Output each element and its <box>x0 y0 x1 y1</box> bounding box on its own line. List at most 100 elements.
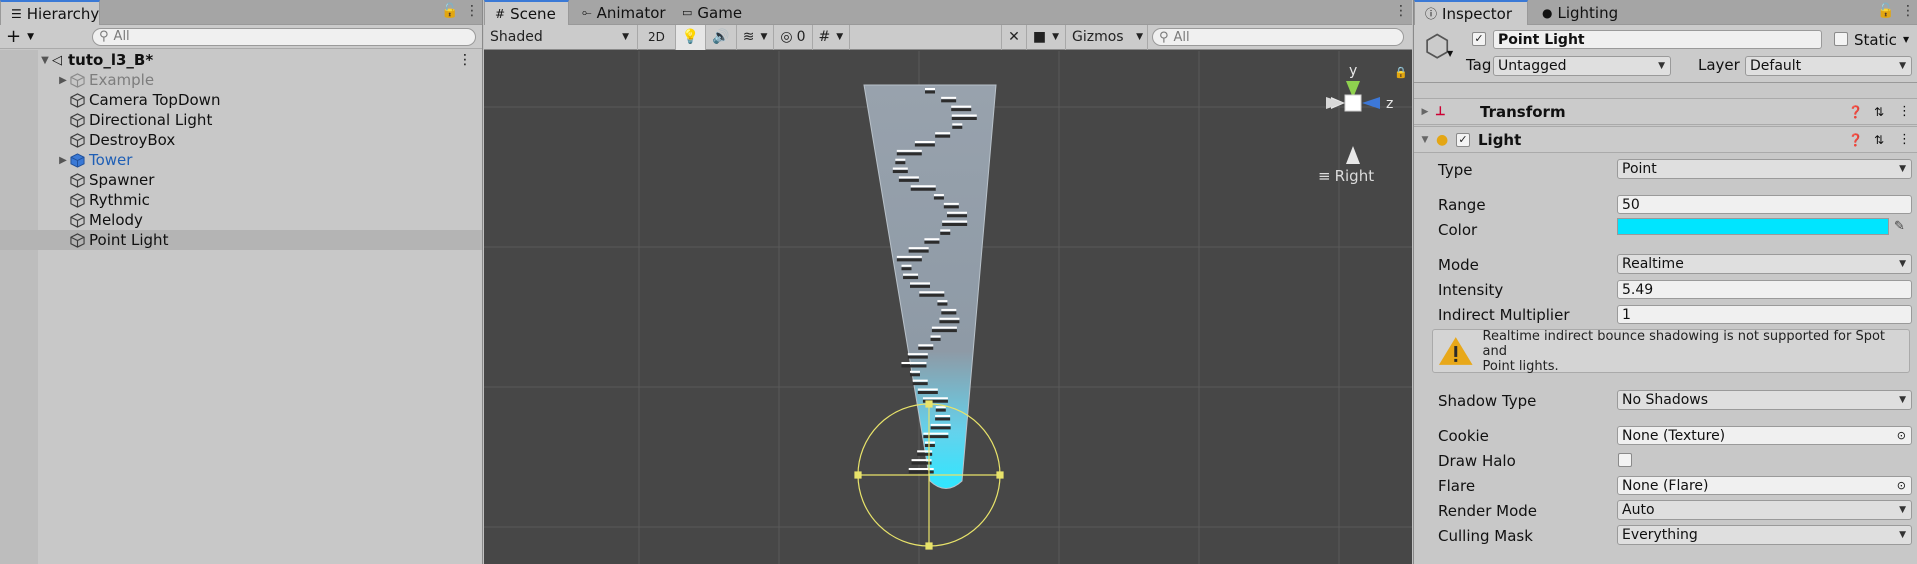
warning-text: Realtime indirect bounce shadowing is no… <box>1483 329 1909 374</box>
intensity-label: Intensity <box>1438 281 1504 299</box>
2d-toggle[interactable]: 2D <box>638 24 676 50</box>
active-checkbox[interactable]: ✓ <box>1472 32 1486 46</box>
draw-mode-dropdown[interactable]: Shaded ▼ <box>484 24 638 50</box>
orientation-label[interactable]: ≡ Right <box>1318 167 1374 185</box>
gizmos-dropdown[interactable]: Gizmos ▼ <box>1066 24 1148 50</box>
tab-scene[interactable]: # Scene <box>484 0 569 25</box>
scene-name: tuto_l3_B* <box>68 51 154 69</box>
cube-outline-icon <box>70 112 85 128</box>
hierarchy-item-label: Spawner <box>89 171 155 189</box>
hierarchy-search-input[interactable]: ⚲ All <box>92 27 476 46</box>
tab-lighting[interactable]: ● Lighting <box>1532 0 1628 25</box>
intensity-value: 5.49 <box>1622 281 1654 298</box>
hierarchy-item[interactable]: Melody <box>0 210 482 230</box>
light-color-swatch[interactable] <box>1617 218 1889 235</box>
scene-root-row[interactable]: ▼ ◁ tuto_l3_B* ⋮ <box>0 50 482 70</box>
light-enabled-checkbox[interactable]: ✓ <box>1456 132 1470 147</box>
hierarchy-item[interactable]: ▶ Tower <box>0 150 482 170</box>
expand-arrow-icon[interactable]: ▼ <box>38 55 52 66</box>
chevron-down-icon: ▼ <box>760 32 768 42</box>
hierarchy-item[interactable]: Point Light <box>0 230 482 250</box>
tab-hierarchy[interactable]: ☰ Hierarchy <box>0 0 100 25</box>
chevron-down-icon[interactable]: ▼ <box>1903 35 1909 44</box>
scene-panel: # Scene ⟜ Animator ▭ Game ⋮ Shaded ▼ 2D … <box>484 0 1412 564</box>
tag-value: Untagged <box>1498 58 1567 74</box>
range-field[interactable]: 50 <box>1617 195 1912 214</box>
hierarchy-item[interactable]: DestroyBox <box>0 130 482 150</box>
gamepad-icon: ▭ <box>682 6 693 19</box>
audio-toggle[interactable]: 🔊 <box>706 24 737 50</box>
hierarchy-item-label: Point Light <box>89 231 169 249</box>
hierarchy-item[interactable]: Spawner <box>0 170 482 190</box>
lighting-toggle[interactable]: 💡 <box>675 24 707 50</box>
shadow-type-dropdown[interactable]: No Shadows ▼ <box>1617 390 1912 410</box>
tower-object[interactable] <box>863 84 997 489</box>
light-component-header[interactable]: ▼ ● ✓ Light ❓ ⇅ ⋮ <box>1414 126 1917 153</box>
indirect-multiplier-field[interactable]: 1 <box>1617 305 1912 324</box>
scene-canvas[interactable]: y z 🔒 <box>484 51 1412 564</box>
camera-icon: ■ <box>1032 29 1047 45</box>
hierarchy-item[interactable]: Camera TopDown <box>0 90 482 110</box>
eyedropper-icon[interactable]: ✎ <box>1894 219 1905 234</box>
expand-arrow-icon[interactable]: ▶ <box>56 155 70 166</box>
more-menu-icon[interactable]: ⋮ <box>1394 3 1408 19</box>
hierarchy-item[interactable]: Rythmic <box>0 190 482 210</box>
orientation-gizmo[interactable]: y z 🔒 <box>1326 63 1408 164</box>
component-menu-icon[interactable]: ⋮ <box>1898 104 1911 119</box>
preset-icon[interactable]: ⇅ <box>1874 133 1884 147</box>
add-icon[interactable]: + <box>6 26 21 47</box>
indirect-multiplier-label: Indirect Multiplier <box>1438 306 1570 324</box>
cookie-field[interactable]: None (Texture) ⊙ <box>1617 426 1912 445</box>
scene-menu-icon[interactable]: ⋮ <box>458 52 472 68</box>
more-menu-icon[interactable]: ⋮ <box>1901 3 1915 19</box>
help-icon[interactable]: ❓ <box>1848 133 1863 147</box>
render-mode-label: Render Mode <box>1438 502 1538 520</box>
object-picker-icon[interactable]: ⊙ <box>1897 479 1906 492</box>
intensity-field[interactable]: 5.49 <box>1617 280 1912 299</box>
chevron-down-icon[interactable]: ▼ <box>1447 49 1453 58</box>
scene-search-placeholder: All <box>1173 29 1190 45</box>
lock-icon[interactable]: 🔓 <box>441 3 458 19</box>
component-menu-icon[interactable]: ⋮ <box>1898 132 1911 147</box>
preset-icon[interactable]: ⇅ <box>1874 105 1884 119</box>
object-picker-icon[interactable]: ⊙ <box>1897 429 1906 442</box>
hierarchy-item[interactable]: Directional Light <box>0 110 482 130</box>
light-label: Light <box>1478 130 1522 149</box>
lock-icon[interactable]: 🔓 <box>1877 3 1894 19</box>
flare-field[interactable]: None (Flare) ⊙ <box>1617 476 1912 495</box>
camera-button[interactable]: ■ ▼ <box>1027 24 1066 50</box>
layer-dropdown[interactable]: Default ▼ <box>1745 56 1912 76</box>
static-checkbox[interactable] <box>1834 32 1848 46</box>
object-name-field[interactable]: Point Light <box>1493 30 1822 49</box>
layer-label: Layer <box>1698 56 1740 74</box>
cube-outline-icon <box>70 92 85 108</box>
tag-label: Tag <box>1466 56 1492 74</box>
tab-inspector[interactable]: ⓘ Inspector <box>1414 0 1528 25</box>
scene-visibility-toggle[interactable]: ◎ 0 <box>774 24 813 50</box>
render-mode-dropdown[interactable]: Auto ▼ <box>1617 500 1912 520</box>
hierarchy-item[interactable]: ▶ Example <box>0 70 482 90</box>
shadow-type-value: No Shadows <box>1622 392 1709 408</box>
expand-arrow-icon[interactable]: ▶ <box>56 75 70 86</box>
layer-value: Default <box>1750 58 1802 74</box>
grid-toggle[interactable]: # ▼ <box>813 24 851 50</box>
culling-mask-dropdown[interactable]: Everything ▼ <box>1617 525 1912 545</box>
scene-viewport[interactable]: y z 🔒 ≡ Right <box>484 51 1412 564</box>
tab-game-label: Game <box>697 3 743 22</box>
draw-halo-checkbox[interactable] <box>1618 453 1632 467</box>
tab-game[interactable]: ▭ Game <box>672 0 752 25</box>
transform-component-header[interactable]: ▶ ⟂ Transform ❓ ⇅ ⋮ <box>1414 98 1917 125</box>
shadowing-warning-box: Realtime indirect bounce shadowing is no… <box>1432 329 1910 374</box>
light-type-dropdown[interactable]: Point ▼ <box>1617 159 1912 179</box>
chevron-down-icon: ▼ <box>1052 32 1059 42</box>
chevron-down-icon[interactable]: ▼ <box>27 32 34 42</box>
tools-button[interactable]: ✕ <box>1001 24 1027 50</box>
more-menu-icon[interactable]: ⋮ <box>465 3 479 19</box>
light-mode-dropdown[interactable]: Realtime ▼ <box>1617 254 1912 274</box>
effects-toggle[interactable]: ≋ ▼ <box>737 24 775 50</box>
tag-dropdown[interactable]: Untagged ▼ <box>1493 56 1671 76</box>
tab-animator[interactable]: ⟜ Animator <box>572 0 676 25</box>
scene-search-input[interactable]: ⚲ All <box>1152 28 1404 46</box>
speaker-icon: 🔊 <box>712 29 730 45</box>
help-icon[interactable]: ❓ <box>1848 105 1863 119</box>
